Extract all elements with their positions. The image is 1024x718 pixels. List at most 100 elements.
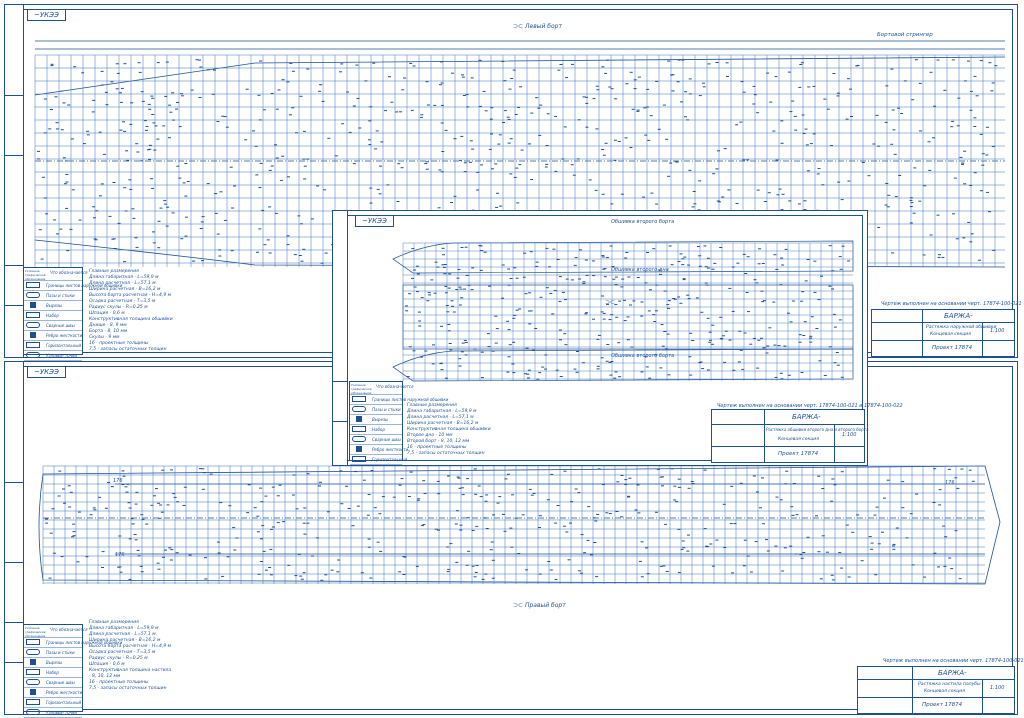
thickness-mark <box>260 538 263 540</box>
thickness-mark <box>703 245 707 247</box>
sheet-number: 176 <box>113 478 123 484</box>
thickness-mark <box>726 76 729 77</box>
thickness-mark <box>474 493 478 495</box>
thickness-mark <box>960 468 964 470</box>
thickness-mark <box>959 156 963 158</box>
thickness-mark <box>223 219 227 221</box>
thickness-mark <box>471 530 475 531</box>
thickness-mark <box>969 90 973 92</box>
thickness-mark <box>465 94 469 96</box>
thickness-mark <box>120 87 124 89</box>
thickness-mark <box>909 513 913 515</box>
thickness-mark <box>947 468 951 470</box>
thickness-mark <box>894 196 898 198</box>
thickness-mark <box>409 62 413 64</box>
thickness-mark <box>604 72 608 74</box>
thickness-mark <box>130 102 134 104</box>
thickness-mark <box>593 542 597 543</box>
thickness-mark <box>659 367 663 369</box>
thickness-mark <box>164 95 168 97</box>
thickness-mark <box>602 318 606 320</box>
thickness-mark <box>503 80 507 82</box>
thickness-mark <box>550 473 554 475</box>
legend-row: Набор <box>24 668 82 678</box>
thickness-mark <box>688 78 692 80</box>
thickness-mark <box>517 553 521 554</box>
thickness-mark <box>752 103 756 105</box>
thickness-mark <box>585 126 589 128</box>
thickness-mark <box>489 118 493 120</box>
thickness-mark <box>258 228 262 230</box>
thickness-mark <box>585 102 589 104</box>
thickness-mark <box>615 316 619 318</box>
thickness-mark <box>198 59 201 61</box>
thickness-mark <box>574 257 578 259</box>
thickness-mark <box>157 568 161 570</box>
thickness-mark <box>992 249 996 251</box>
thickness-mark <box>897 107 901 109</box>
thickness-mark <box>473 348 477 350</box>
thickness-mark <box>221 115 225 117</box>
thickness-mark <box>681 59 685 61</box>
thickness-mark <box>92 206 96 208</box>
thickness-mark <box>415 565 419 567</box>
thickness-mark <box>117 222 121 224</box>
thickness-mark <box>390 101 394 103</box>
thickness-mark <box>134 237 138 239</box>
thickness-mark <box>409 471 413 473</box>
thickness-mark <box>618 300 622 302</box>
thickness-mark <box>507 142 511 144</box>
thickness-mark <box>784 483 788 485</box>
thickness-mark <box>596 89 600 91</box>
thickness-mark <box>440 171 444 173</box>
thickness-mark <box>554 522 558 524</box>
legend-row: Границы листов наружной обшивки <box>350 395 448 405</box>
thickness-mark <box>157 220 161 222</box>
thickness-mark <box>759 507 762 509</box>
thickness-mark <box>830 500 834 502</box>
legend-symbol-icon <box>26 679 40 685</box>
thickness-mark <box>986 191 989 193</box>
thickness-mark <box>50 65 54 67</box>
thickness-mark <box>847 180 851 182</box>
legend-head-symbol: Условное графическое обозначение <box>25 269 46 281</box>
thickness-mark <box>268 252 272 254</box>
legend-symbol-icon <box>352 406 366 412</box>
thickness-mark <box>652 314 656 316</box>
thickness-mark <box>929 234 933 236</box>
thickness-mark <box>798 86 802 88</box>
thickness-mark <box>913 167 917 169</box>
thickness-mark <box>706 317 710 319</box>
thickness-mark <box>752 85 756 87</box>
thickness-mark <box>514 114 518 115</box>
thickness-mark <box>178 126 182 128</box>
thickness-mark <box>689 374 693 376</box>
thickness-mark <box>466 106 470 108</box>
thickness-mark <box>269 548 273 550</box>
thickness-mark <box>169 559 173 561</box>
thickness-mark <box>938 489 942 491</box>
thickness-mark <box>933 552 937 554</box>
thickness-mark <box>438 169 442 171</box>
thickness-mark <box>569 522 572 524</box>
thickness-mark <box>454 523 458 525</box>
thickness-mark <box>956 125 960 127</box>
thickness-mark <box>943 565 947 567</box>
thickness-mark <box>259 162 263 164</box>
thickness-mark <box>206 183 210 185</box>
thickness-mark <box>800 300 804 302</box>
thickness-mark <box>340 503 344 505</box>
thickness-mark <box>969 241 973 243</box>
thickness-mark <box>719 247 723 248</box>
thickness-mark <box>991 146 995 148</box>
thickness-mark <box>299 575 303 577</box>
thickness-mark <box>123 187 127 189</box>
thickness-mark <box>755 491 759 493</box>
thickness-mark <box>40 258 44 260</box>
thickness-mark <box>893 153 897 155</box>
thickness-mark <box>677 478 681 480</box>
thickness-mark <box>348 131 352 133</box>
thickness-mark <box>302 130 306 132</box>
thickness-mark <box>570 164 574 166</box>
thickness-mark <box>512 372 516 374</box>
